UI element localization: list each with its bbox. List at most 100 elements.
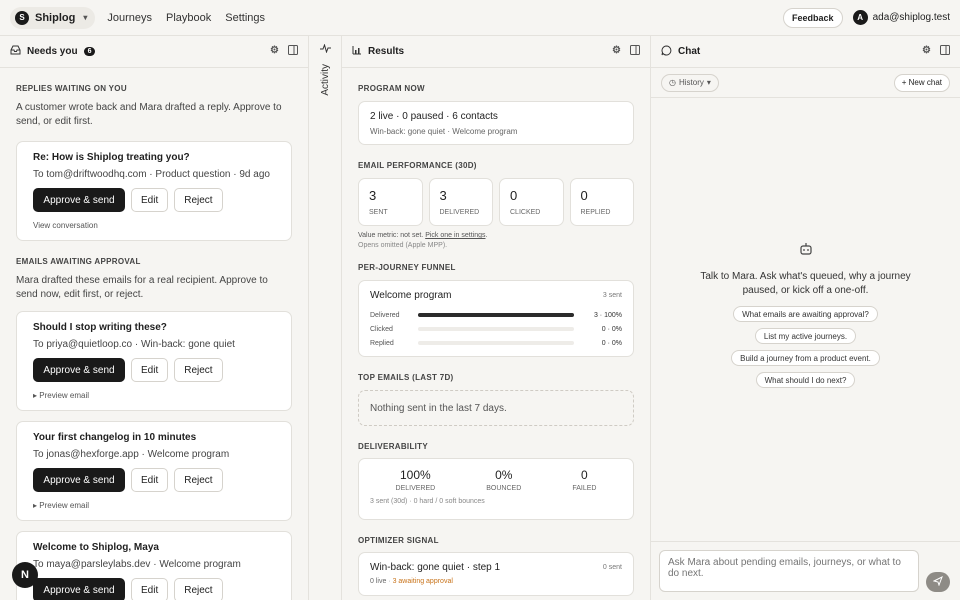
reply-subject: Re: How is Shiplog treating you? [33, 152, 190, 163]
email-card: Should I stop writing these? To priya@qu… [16, 311, 292, 411]
deliverability-value: 0 [581, 468, 588, 482]
edit-button[interactable]: Edit [131, 468, 169, 492]
inbox-icon [10, 45, 21, 58]
nav-playbook[interactable]: Playbook [166, 12, 211, 24]
gear-icon[interactable]: ⚙ [270, 45, 279, 58]
needs-you-header: Needs you 6 ⚙ [0, 36, 308, 68]
reject-button[interactable]: Reject [174, 578, 223, 600]
panel-title: Chat [678, 46, 701, 57]
suggestion-chip[interactable]: What emails are awaiting approval? [733, 306, 878, 322]
gear-icon[interactable]: ⚙ [922, 45, 931, 58]
chat-toolbar: ◷ History ▾ + New chat [651, 68, 960, 98]
chat-panel: Chat ⚙ ◷ History ▾ + New chat Talk to Ma… [651, 36, 960, 600]
assistant-fab[interactable]: N [12, 562, 38, 588]
robot-icon [651, 242, 960, 258]
pick-metric-link[interactable]: Pick one in settings [425, 232, 485, 239]
edit-button[interactable]: Edit [131, 358, 169, 382]
reject-button[interactable]: Reject [174, 188, 223, 212]
top-right-actions: Feedback A ada@shiplog.test [783, 7, 950, 28]
stat-value: 0 [510, 188, 518, 203]
activity-rail[interactable]: Activity [309, 36, 342, 600]
funnel-card: Welcome program 3 sent Delivered 3 · 100%… [358, 280, 634, 357]
stat-clicked: 0 CLICKED [499, 178, 564, 226]
preview-email-toggle[interactable]: ▸ Preview email [33, 391, 275, 400]
account-menu[interactable]: A ada@shiplog.test [852, 10, 950, 25]
funnel-row: Replied 0 · 0% [370, 336, 622, 350]
chevron-down-icon: ▾ [83, 13, 88, 22]
top-emails-empty-state: Nothing sent in the last 7 days. [358, 390, 634, 426]
reject-button[interactable]: Reject [174, 358, 223, 382]
deliverability-value: 100% [400, 468, 431, 482]
funnel-row: Delivered 3 · 100% [370, 308, 622, 322]
workspace-switcher[interactable]: S Shiplog ▾ [10, 6, 96, 29]
brand-name: Shiplog [35, 11, 76, 24]
funnel-row-label: Delivered [370, 311, 400, 319]
email-meta: To maya@parsleylabs.dev · Welcome progra… [33, 559, 241, 570]
history-dropdown[interactable]: ◷ History ▾ [661, 73, 719, 92]
suggestion-chip[interactable]: List my active journeys. [754, 328, 857, 344]
stat-replied: 0 REPLIED [569, 178, 634, 226]
funnel-row-value: 0 · 0% [601, 325, 622, 333]
optimizer-card: Win-back: gone quiet · step 1 0 sent 0 l… [358, 552, 634, 596]
stat-label: CLICKED [510, 209, 541, 216]
results-panel: Results ⚙ PROGRAM NOW 2 live · 0 paused … [342, 36, 651, 600]
top-emails-title: TOP EMAILS (LAST 7D) [358, 373, 454, 382]
funnel-row-value: 3 · 100% [593, 311, 622, 319]
replies-section-title: REPLIES WAITING ON YOU [16, 84, 127, 93]
deliverability-note: 3 sent (30d) · 0 hard / 0 soft bounces [370, 498, 485, 505]
feedback-button[interactable]: Feedback [783, 7, 843, 28]
funnel-row-label: Clicked [370, 325, 393, 333]
chat-composer [651, 541, 960, 600]
stat-delivered: 3 DELIVERED [428, 178, 493, 226]
activity-label: Activity [319, 64, 331, 96]
nav-settings[interactable]: Settings [225, 12, 265, 24]
needs-you-content: REPLIES WAITING ON YOU A customer wrote … [0, 84, 308, 600]
view-conversation-link[interactable]: View conversation [33, 221, 275, 230]
funnel-progress-bar [418, 327, 574, 331]
approve-send-button[interactable]: Approve & send [33, 578, 125, 600]
reply-meta: To tom@driftwoodhq.com · Product questio… [33, 169, 270, 180]
collapse-panel-icon[interactable] [940, 45, 950, 58]
approve-send-button[interactable]: Approve & send [33, 468, 125, 492]
needs-count-badge: 6 [83, 47, 96, 56]
program-summary: 2 live · 0 paused · 6 contacts [370, 111, 498, 122]
gear-icon[interactable]: ⚙ [612, 45, 621, 58]
funnel-progress-bar [418, 313, 574, 317]
nav-journeys[interactable]: Journeys [107, 12, 152, 24]
value-metric-note: Value metric: not set. Pick one in setti… [358, 232, 634, 239]
funnel-journey-name: Welcome program [370, 290, 452, 301]
deliverability-card: 100% DELIVERED 0% BOUNCED 0 FAILED 3 sen… [358, 458, 634, 520]
reject-button[interactable]: Reject [174, 468, 223, 492]
optimizer-title: OPTIMIZER SIGNAL [358, 536, 439, 545]
deliverability-delivered: 100% DELIVERED [396, 468, 436, 492]
email-meta: To jonas@hexforge.app · Welcome program [33, 449, 230, 460]
collapse-panel-icon[interactable] [288, 45, 298, 58]
funnel-title: PER-JOURNEY FUNNEL [358, 263, 456, 272]
deliverability-failed: 0 FAILED [572, 468, 596, 492]
edit-button[interactable]: Edit [131, 188, 169, 212]
approve-send-button[interactable]: Approve & send [33, 188, 125, 212]
approve-send-button[interactable]: Approve & send [33, 358, 125, 382]
account-email: ada@shiplog.test [872, 12, 950, 23]
chat-input[interactable] [659, 550, 919, 592]
suggestion-chip[interactable]: Build a journey from a product event. [731, 350, 880, 366]
stat-value: 3 [369, 188, 377, 203]
suggestion-chip[interactable]: What should I do next? [755, 372, 856, 388]
send-button[interactable] [926, 572, 950, 592]
stat-sent: 3 SENT [358, 178, 423, 226]
email-subject: Your first changelog in 10 minutes [33, 432, 197, 443]
stat-label: DELIVERED [439, 209, 480, 216]
new-chat-button[interactable]: + New chat [893, 73, 950, 92]
reply-card: Re: How is Shiplog treating you? To tom@… [16, 141, 292, 241]
optimizer-step-name: Win-back: gone quiet · step 1 [370, 562, 501, 573]
panel-title: Needs you [27, 46, 78, 57]
deliverability-label: DELIVERED [395, 485, 436, 492]
chat-empty-state: Talk to Mara. Ask what's queued, why a j… [651, 242, 960, 388]
email-subject: Welcome to Shiplog, Maya [33, 542, 159, 553]
needs-you-panel: Needs you 6 ⚙ REPLIES WAITING ON YOU A c… [0, 36, 309, 600]
collapse-panel-icon[interactable] [630, 45, 640, 58]
bar-chart-icon [352, 45, 362, 58]
preview-email-toggle[interactable]: ▸ Preview email [33, 501, 275, 510]
value-metric-text: Value metric: not set. [358, 232, 424, 239]
edit-button[interactable]: Edit [131, 578, 169, 600]
